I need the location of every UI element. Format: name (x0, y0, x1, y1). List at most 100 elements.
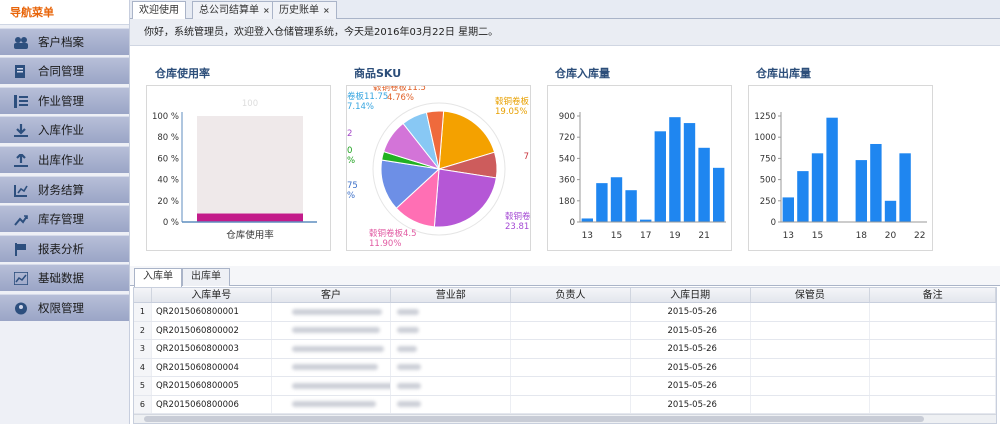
capacity-label: 100 (242, 99, 258, 109)
column-header[interactable]: 客户 (272, 288, 392, 302)
bar[interactable] (596, 183, 608, 222)
keeper-cell (751, 340, 871, 358)
bar[interactable] (855, 160, 867, 222)
y-tick-label: 500 (760, 176, 776, 186)
remark-cell (870, 377, 996, 395)
capacity-bar (197, 116, 303, 222)
manager-cell (511, 395, 631, 413)
y-tick-label: 100 % (152, 112, 179, 122)
sidebar-item-finance[interactable]: 财务结算 (0, 175, 129, 203)
department-cell (391, 358, 512, 376)
manager-cell (511, 303, 631, 321)
close-icon[interactable]: × (323, 6, 330, 15)
pie-label-percent: 7.14% (347, 102, 374, 112)
scrollbar-thumb[interactable] (144, 416, 924, 422)
date-cell: 2015-05-26 (631, 358, 751, 376)
data-icon (14, 272, 28, 286)
bar[interactable] (826, 117, 838, 222)
bar[interactable] (713, 167, 725, 222)
customer-cell (272, 340, 392, 358)
y-tick-label: 360 (559, 176, 575, 186)
column-header[interactable]: 负责人 (511, 288, 631, 302)
sidebar-item-users[interactable]: 客户档案 (0, 27, 129, 55)
bar[interactable] (625, 190, 637, 222)
sidebar-item-label: 入库作业 (38, 123, 84, 138)
sidebar-item-report[interactable]: 报表分析 (0, 234, 129, 262)
tab-outbound-orders[interactable]: 出库单 (182, 268, 230, 286)
bottom-tab-bar: 入库单 出库单 (130, 266, 1000, 287)
column-header[interactable]: 入库单号 (152, 288, 272, 302)
pie-label: 毂铜卷板11.5 (373, 86, 426, 93)
department-cell (391, 321, 512, 339)
table-row[interactable]: 4 QR2015060800004 2015-05-26 (134, 358, 996, 377)
pie-label-percent: 11.90% (369, 239, 401, 249)
y-tick-label: 1000 (754, 133, 776, 143)
pie-slice[interactable] (433, 168, 497, 228)
table-row[interactable]: 5 QR2015060800005 2015-05-26 (134, 377, 996, 396)
order-id-cell: QR2015060800003 (152, 340, 272, 358)
bar[interactable] (884, 200, 897, 222)
sidebar-item-label: 作业管理 (38, 93, 84, 108)
bar[interactable] (797, 171, 809, 222)
y-tick-label: 60 % (157, 154, 179, 164)
sidebar-item-inventory[interactable]: 库存管理 (0, 205, 129, 233)
remark-cell (870, 395, 996, 413)
date-cell: 2015-05-26 (631, 377, 751, 395)
bar[interactable] (610, 177, 623, 222)
bar[interactable] (669, 117, 681, 222)
bar[interactable] (782, 197, 794, 222)
bar[interactable] (698, 147, 710, 222)
sidebar-item-contract[interactable]: 合同管理 (0, 57, 129, 85)
customer-cell (272, 395, 392, 413)
department-cell (391, 340, 512, 358)
sidebar-item-data[interactable]: 基础数据 (0, 264, 129, 292)
sidebar-item-label: 出库作业 (38, 152, 84, 167)
x-axis-label: 仓库使用率 (226, 229, 274, 241)
tab-inbound-orders[interactable]: 入库单 (134, 268, 182, 287)
bar[interactable] (683, 123, 696, 222)
chart-title-outbound: 仓库出库量 (756, 67, 811, 80)
sidebar-item-outbound[interactable]: 出库作业 (0, 145, 129, 173)
bar[interactable] (870, 143, 882, 222)
chart-sku: 毂铜卷板 19.05% 7 毂铜卷 23.81 毂铜卷板4.5 11.90% 75% 0% 2 卷板… (346, 85, 531, 251)
column-header[interactable]: 保管员 (751, 288, 871, 302)
close-icon[interactable]: × (263, 6, 270, 15)
bar[interactable] (899, 153, 911, 222)
table-header: 入库单号 客户 营业部 负责人 入库日期 保管员 备注 (134, 288, 996, 303)
usage-bar (197, 213, 303, 222)
row-number: 1 (134, 303, 152, 321)
bar[interactable] (581, 218, 593, 222)
x-tick-label: 15 (611, 231, 622, 241)
pie-label-percent: 19.05% (495, 107, 527, 117)
sidebar-item-label: 合同管理 (38, 64, 84, 79)
column-header[interactable] (134, 288, 152, 302)
pie-label: 毂铜卷板 (495, 96, 530, 107)
row-number: 2 (134, 321, 152, 339)
pie-label: 75 (347, 181, 358, 191)
sidebar-item-label: 库存管理 (38, 212, 84, 227)
keeper-cell (751, 358, 871, 376)
outbound-icon (14, 153, 28, 167)
tab-hq-settlement[interactable]: 总公司结算单 × (192, 1, 277, 19)
sidebar-item-inbound[interactable]: 入库作业 (0, 116, 129, 144)
column-header[interactable]: 备注 (870, 288, 996, 302)
tab-bar: 欢迎使用 总公司结算单 × 历史账单 × (130, 0, 1000, 20)
department-cell (391, 303, 512, 321)
table-row[interactable]: 2 QR2015060800002 2015-05-26 (134, 321, 996, 340)
table-row[interactable]: 6 QR2015060800006 2015-05-26 (134, 395, 996, 414)
chart-title-sku: 商品SKU (354, 67, 402, 80)
customer-cell (272, 303, 392, 321)
sidebar-item-task-list[interactable]: 作业管理 (0, 86, 129, 114)
order-id-cell: QR2015060800002 (152, 321, 272, 339)
bar[interactable] (811, 153, 824, 222)
table-row[interactable]: 3 QR2015060800003 2015-05-26 (134, 340, 996, 359)
y-tick-label: 20 % (157, 197, 179, 207)
sidebar-item-permission[interactable]: 权限管理 (0, 293, 129, 321)
horizontal-scrollbar[interactable] (134, 414, 996, 423)
bar[interactable] (654, 131, 666, 222)
tab-history-bill[interactable]: 历史账单 × (272, 1, 337, 19)
tab-welcome[interactable]: 欢迎使用 (132, 1, 186, 20)
column-header[interactable]: 营业部 (391, 288, 512, 302)
column-header[interactable]: 入库日期 (631, 288, 751, 302)
table-row[interactable]: 1 QR2015060800001 2015-05-26 (134, 303, 996, 322)
